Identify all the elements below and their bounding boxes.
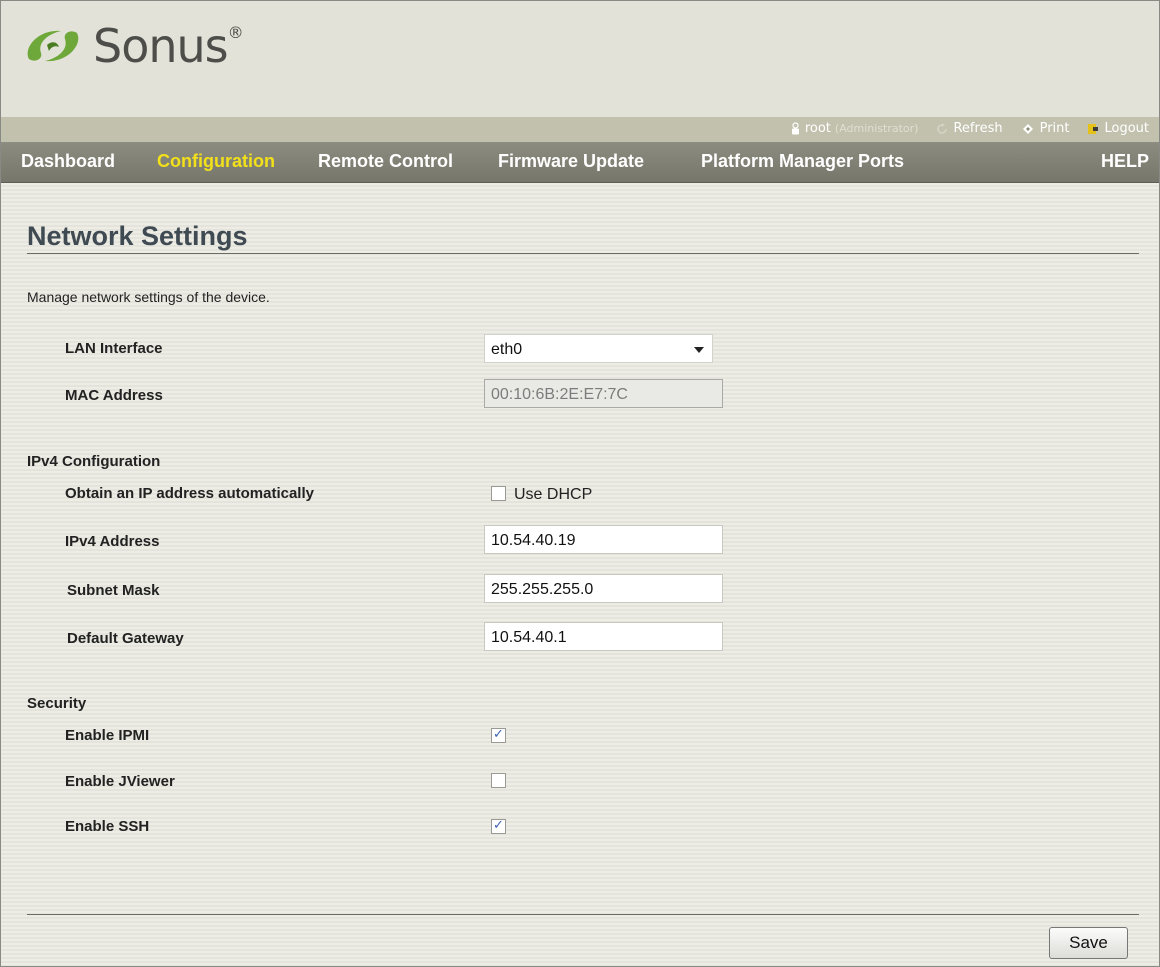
enable-ssh-checkbox[interactable] (491, 818, 506, 834)
enable-ipmi-checkbox[interactable] (491, 727, 506, 743)
save-button[interactable]: Save (1049, 927, 1128, 959)
ipv4-address-label: IPv4 Address (65, 533, 160, 550)
nav-firmware-update[interactable]: Firmware Update (498, 151, 644, 172)
default-gateway-input[interactable]: 10.54.40.1 (484, 622, 723, 651)
nav-remote-control[interactable]: Remote Control (318, 151, 453, 172)
lan-interface-select[interactable]: eth0 (484, 334, 713, 363)
title-divider (27, 253, 1139, 254)
logout-icon (1088, 123, 1099, 134)
security-section-heading: Security (27, 695, 87, 712)
sonus-logo: Sonus® (21, 19, 244, 73)
registered-mark: ® (227, 23, 244, 42)
utility-bar: root (Administrator) Refresh Print Logou… (1, 117, 1159, 142)
nav-configuration[interactable]: Configuration (157, 151, 275, 172)
enable-ipmi-label: Enable IPMI (65, 727, 150, 744)
page-title: Network Settings (27, 221, 248, 251)
logout-label: Logout (1104, 121, 1149, 136)
user-info: root (Administrator) (791, 121, 919, 136)
brand-name: Sonus® (93, 19, 244, 73)
obtain-ip-label: Obtain an IP address automatically (65, 485, 314, 502)
print-link[interactable]: Print (1021, 121, 1070, 136)
ipv4-section-heading: IPv4 Configuration (27, 453, 161, 470)
subnet-mask-label: Subnet Mask (67, 582, 160, 599)
refresh-icon (937, 122, 948, 134)
logout-link[interactable]: Logout (1087, 121, 1149, 136)
lan-interface-value: eth0 (491, 341, 523, 358)
refresh-label: Refresh (953, 121, 1003, 136)
refresh-link[interactable]: Refresh (936, 121, 1003, 136)
mac-address-label: MAC Address (65, 387, 163, 404)
user-role: (Administrator) (834, 122, 919, 135)
mac-address-field[interactable]: 00:10:6B:2E:E7:7C (484, 379, 723, 408)
nav-platform-manager-ports[interactable]: Platform Manager Ports (701, 151, 904, 172)
username: root (804, 121, 831, 136)
enable-ssh-label: Enable SSH (65, 818, 150, 835)
lan-interface-label: LAN Interface (65, 340, 163, 357)
subnet-mask-input[interactable]: 255.255.255.0 (484, 574, 723, 603)
app-window: Sonus® root (Administrator) Refresh Prin… (0, 0, 1160, 967)
print-icon (1022, 123, 1033, 134)
header: Sonus® (1, 1, 1159, 117)
chevron-down-icon (694, 347, 704, 353)
footer-divider (27, 914, 1139, 915)
default-gateway-label: Default Gateway (67, 630, 184, 647)
nav-help[interactable]: HELP (1101, 151, 1149, 172)
sonus-swirl-icon (27, 30, 79, 62)
main-nav: Dashboard Configuration Remote Control F… (1, 142, 1159, 183)
user-icon (791, 122, 799, 135)
brand-name-text: Sonus (93, 19, 229, 73)
print-label: Print (1039, 121, 1070, 136)
use-dhcp-label: Use DHCP (514, 486, 593, 503)
use-dhcp-checkbox[interactable] (491, 486, 506, 501)
ipv4-address-input[interactable]: 10.54.40.19 (484, 525, 723, 554)
enable-jviewer-label: Enable JViewer (65, 773, 175, 790)
page-description: Manage network settings of the device. (27, 289, 270, 305)
nav-dashboard[interactable]: Dashboard (21, 151, 115, 172)
enable-jviewer-checkbox[interactable] (491, 773, 506, 788)
